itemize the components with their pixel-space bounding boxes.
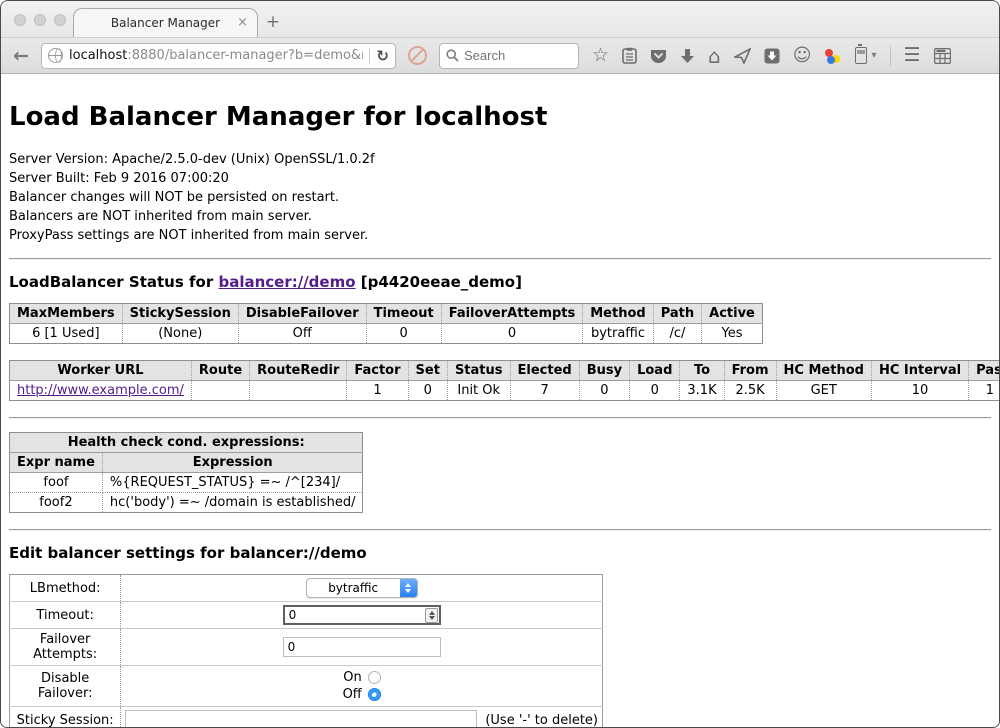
- radio-on-label: On: [343, 670, 361, 685]
- balancer-params-table: MaxMembers StickySession DisableFailover…: [9, 303, 763, 344]
- select-stepper-icon: [400, 579, 417, 597]
- site-identity-globe-icon[interactable]: [48, 48, 63, 63]
- browser-window: Balancer Manager × + ← localhost:8880/ba…: [0, 0, 1000, 728]
- section-divider: [9, 258, 991, 260]
- downloads-icon[interactable]: [680, 48, 695, 64]
- navigation-toolbar: ← localhost:8880/balancer-manager?b=demo…: [1, 37, 999, 74]
- worker-table: Worker URL Route RouteRedir Factor Set S…: [9, 360, 999, 401]
- failover-attempts-input[interactable]: [283, 637, 441, 657]
- pocket-icon[interactable]: [650, 48, 667, 64]
- overflow-caret-icon[interactable]: ▾: [872, 51, 877, 61]
- inherit-note: Balancers are NOT inherited from main se…: [9, 207, 991, 226]
- tiles-addon-icon[interactable]: [934, 48, 951, 64]
- balancer-params-row: 6 [1 Used] (None) Off 0 0 bytraffic /c/ …: [10, 324, 763, 344]
- battery-addon-icon[interactable]: [855, 47, 867, 64]
- tab-balancer-manager[interactable]: Balancer Manager ×: [73, 8, 258, 37]
- proxypass-note: ProxyPass settings are NOT inherited fro…: [9, 226, 991, 245]
- loadbalancer-status-heading: LoadBalancer Status for balancer://demo …: [9, 273, 991, 291]
- worker-url-link[interactable]: http://www.example.com/: [17, 383, 184, 398]
- lbmethod-select[interactable]: bytraffic: [306, 578, 418, 598]
- content-blocked-icon[interactable]: [408, 46, 427, 65]
- sticky-session-label: Sticky Session:: [10, 707, 121, 728]
- server-info: Server Version: Apache/2.5.0-dev (Unix) …: [9, 150, 991, 245]
- lbmethod-label: LBmethod:: [10, 575, 121, 602]
- close-window-button[interactable]: [14, 14, 26, 26]
- persist-note: Balancer changes will NOT be persisted o…: [9, 188, 991, 207]
- send-icon[interactable]: [734, 48, 751, 64]
- window-controls[interactable]: [14, 14, 66, 26]
- balancer-demo-link[interactable]: balancer://demo: [218, 273, 355, 291]
- sticky-session-input[interactable]: [125, 710, 477, 727]
- server-built: Server Built: Feb 9 2016 07:00:20: [9, 169, 991, 188]
- colors-addon-icon[interactable]: [825, 47, 842, 64]
- tab-close-icon[interactable]: ×: [237, 15, 248, 30]
- disable-failover-on-radio[interactable]: [368, 671, 381, 684]
- timeout-label: Timeout:: [10, 602, 121, 629]
- url-text[interactable]: localhost:8880/balancer-manager?b=demo&n…: [69, 48, 363, 63]
- number-stepper-icon[interactable]: [425, 608, 438, 623]
- timeout-input[interactable]: [283, 605, 441, 625]
- section-divider: [9, 529, 991, 531]
- edit-balancer-form: LBmethod: bytraffic Timeout:: [9, 574, 603, 727]
- page-content: Load Balancer Manager for localhost Serv…: [1, 74, 999, 727]
- sticky-session-hint: (Use '-' to delete): [485, 713, 598, 728]
- disable-failover-off-radio[interactable]: [368, 688, 381, 701]
- edit-settings-heading: Edit balancer settings for balancer://de…: [9, 544, 991, 562]
- health-check-table: Health check cond. expressions: Expr nam…: [9, 432, 363, 513]
- radio-off-label: Off: [343, 687, 362, 702]
- tab-strip: Balancer Manager × +: [1, 1, 999, 37]
- forum-smiley-icon[interactable]: ☺: [793, 47, 812, 65]
- reload-icon[interactable]: ↻: [376, 47, 391, 65]
- url-bar[interactable]: localhost:8880/balancer-manager?b=demo&n…: [41, 43, 396, 69]
- search-input[interactable]: [464, 48, 564, 63]
- zoom-window-button[interactable]: [54, 14, 66, 26]
- disable-failover-label: Disable Failover:: [10, 666, 121, 707]
- page-title: Load Balancer Manager for localhost: [9, 102, 991, 132]
- health-expr-row: foof2 hc('body') =~ /domain is establish…: [10, 493, 363, 513]
- worker-row: http://www.example.com/ 1 0 Init Ok 7 0 …: [10, 381, 1000, 401]
- menu-hamburger-icon[interactable]: ☰: [904, 46, 921, 65]
- section-divider: [9, 417, 991, 419]
- home-icon[interactable]: ⌂: [708, 46, 721, 66]
- health-check-title: Health check cond. expressions:: [10, 433, 363, 453]
- server-version: Server Version: Apache/2.5.0-dev (Unix) …: [9, 150, 991, 169]
- minimize-window-button[interactable]: [34, 14, 46, 26]
- panel-download-icon[interactable]: [764, 48, 780, 64]
- tab-title: Balancer Manager: [111, 16, 220, 30]
- reading-list-icon[interactable]: [622, 47, 637, 64]
- toolbar-icons: ☆ ⌂ ☺ ▾ ☰: [592, 46, 951, 66]
- search-icon: [446, 49, 459, 62]
- failover-attempts-label: Failover Attempts:: [10, 629, 121, 666]
- bookmark-star-icon[interactable]: ☆: [592, 46, 609, 65]
- health-expr-row: foof %{REQUEST_STATUS} =~ /^[234]/: [10, 473, 363, 493]
- back-button[interactable]: ←: [9, 45, 33, 67]
- search-bar[interactable]: [439, 43, 579, 69]
- new-tab-button[interactable]: +: [258, 9, 288, 35]
